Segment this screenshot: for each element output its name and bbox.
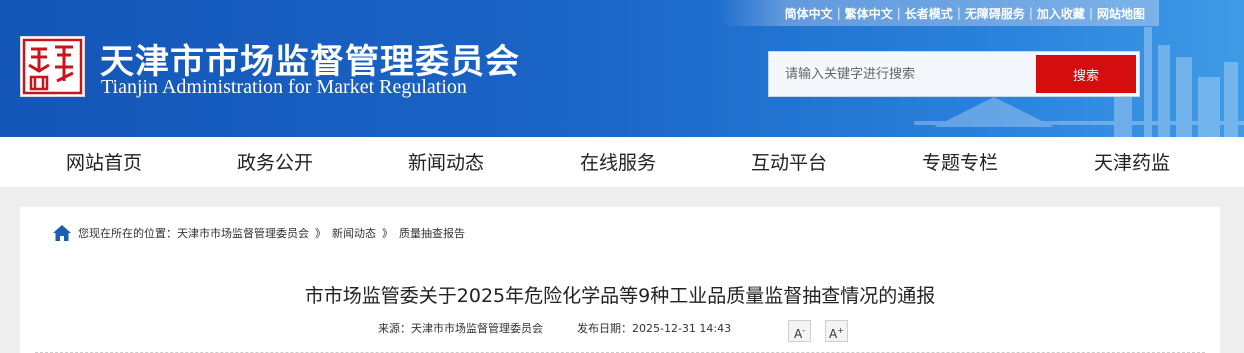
breadcrumb: 您现在所在的位置： 天津市市场监督管理委员会 》 新闻动态 》 质量抽查报告 — [52, 224, 465, 242]
main-nav: 网站首页 政务公开 新闻动态 在线服务 互动平台 专题专栏 天津药监 — [0, 137, 1244, 187]
article-source: 来源：天津市市场监督管理委员会 — [378, 322, 543, 335]
font-increase-button[interactable]: A+ — [825, 320, 848, 342]
breadcrumb-item-quality-report[interactable]: 质量抽查报告 — [399, 225, 465, 241]
breadcrumb-item-news[interactable]: 新闻动态 — [332, 225, 376, 241]
breadcrumb-item-home[interactable]: 天津市市场监督管理委员会 — [177, 225, 309, 241]
site-header: 简体中文 | 繁体中文 | 长者模式 | 无障碍服务 | 加入收藏 | 网站地图… — [0, 0, 1244, 137]
nav-item-online-services[interactable]: 在线服务 — [580, 137, 656, 187]
breadcrumb-separator: 》 — [382, 227, 393, 240]
nav-item-news[interactable]: 新闻动态 — [408, 137, 484, 187]
article-title: 市市场监管委关于2025年危险化学品等9种工业品质量监督抽查情况的通报 — [304, 285, 936, 307]
topbar-link-sitemap[interactable]: 网站地图 — [1093, 5, 1149, 22]
nav-item-interaction[interactable]: 互动平台 — [751, 137, 827, 187]
topbar-link-favorite[interactable]: 加入收藏 — [1033, 5, 1089, 22]
article-meta: 来源：天津市市场监督管理委员会 发布日期：2025-12-31 14:43 — [378, 320, 731, 336]
topbar-link-simplified[interactable]: 简体中文 — [781, 5, 837, 22]
site-logo[interactable] — [20, 36, 85, 97]
topbar-link-elder-mode[interactable]: 长者模式 — [901, 5, 957, 22]
logo-seal-icon — [22, 38, 83, 95]
topbar-link-accessibility[interactable]: 无障碍服务 — [961, 5, 1029, 22]
nav-item-government-affairs[interactable]: 政务公开 — [237, 137, 313, 187]
font-increase-mark: + — [837, 326, 844, 335]
nav-item-home[interactable]: 网站首页 — [66, 137, 142, 187]
site-title-english: Tianjin Administration for Market Regula… — [101, 76, 467, 98]
search-input[interactable] — [769, 52, 1035, 96]
nav-item-special-topics[interactable]: 专题专栏 — [922, 137, 998, 187]
topbar-link-traditional[interactable]: 繁体中文 — [841, 5, 897, 22]
search-button[interactable]: 搜索 — [1036, 55, 1136, 93]
search-box: 搜索 — [768, 51, 1140, 97]
font-decrease-button[interactable]: A- — [788, 320, 811, 342]
font-decrease-label: A — [793, 327, 803, 341]
breadcrumb-separator: 》 — [315, 227, 326, 240]
breadcrumb-prefix: 您现在所在的位置： — [78, 227, 177, 240]
topbar: 简体中文 | 繁体中文 | 长者模式 | 无障碍服务 | 加入收藏 | 网站地图 — [719, 0, 1159, 26]
home-icon — [53, 225, 71, 241]
font-decrease-mark: - — [802, 326, 806, 335]
article-panel: 您现在所在的位置： 天津市市场监督管理委员会 》 新闻动态 》 质量抽查报告 市… — [20, 207, 1220, 353]
article-date: 发布日期：2025-12-31 14:43 — [577, 322, 732, 335]
nav-item-drug-supervision[interactable]: 天津药监 — [1094, 137, 1170, 187]
